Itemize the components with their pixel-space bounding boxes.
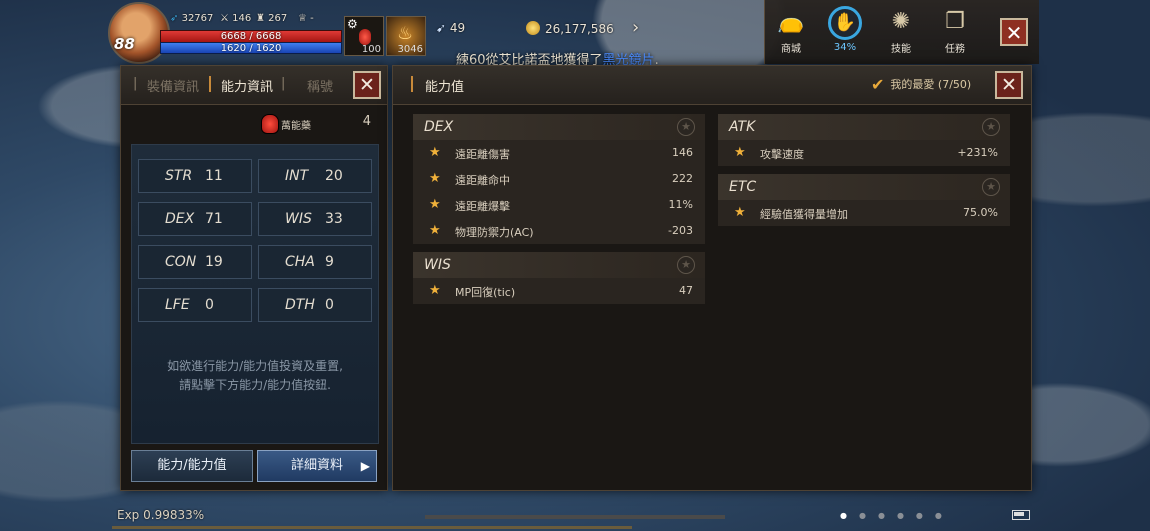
list-item: ★ 遠距離傷害 146 xyxy=(429,145,693,161)
stat-str: STR 11 xyxy=(138,159,252,193)
stat-dth: DTH 0 xyxy=(258,288,372,322)
favorites-filter[interactable]: ✔ 我的最愛 (7/50) xyxy=(871,75,971,94)
stat-reset-hint: 如欲進行能力/能力值投資及重置, 請點擊下方能力/能力值按鈕. xyxy=(167,359,343,392)
group-dex: DEX ★ ★ 遠距離傷害 146 ★ 遠距離命中 222 ★ 遠距離爆擊 11% ★ 物理防… xyxy=(413,114,705,244)
star-icon[interactable]: ★ xyxy=(429,223,441,238)
favorite-star-icon[interactable]: ★ xyxy=(982,178,1000,196)
page-indicator: ●●●●●● xyxy=(840,511,954,520)
mp-text: 1620 / 1620 xyxy=(220,43,282,54)
tab-equipment[interactable]: 裝備資訊 xyxy=(147,76,199,95)
ability-values-window: 能力值 ✔ 我的最愛 (7/50) ✕ DEX ★ ★ 遠距離傷害 146 ★ 遠距離命… xyxy=(392,65,1032,491)
tower-icon: ♜ xyxy=(256,13,265,24)
shop-bag-icon: 👝 xyxy=(777,9,805,34)
top-hud: 88 ➶ 32767 ⚔ 146 ♜ 267 ♕ - 6668 / 6668 1… xyxy=(0,0,1150,68)
stat-dex: DEX 71 xyxy=(138,202,252,236)
sword-stat: ⚔ 146 xyxy=(220,13,252,24)
elixir-icon xyxy=(261,114,279,134)
wings-stat: ➶ 32767 xyxy=(170,13,214,24)
checkmark-icon: ✔ xyxy=(871,75,885,94)
hp-text: 6668 / 6668 xyxy=(220,31,282,42)
stat-lfe: LFE 0 xyxy=(138,288,252,322)
menu-quest-button[interactable]: ❐ 任務 xyxy=(932,4,978,56)
character-info-tabs: | 裝備資訊 能力資訊 | 稱號 ✕ xyxy=(121,66,387,105)
scroll-icon: ❐ xyxy=(945,9,965,34)
gold-counter: 26,177,586 xyxy=(526,21,614,36)
star-icon[interactable]: ★ xyxy=(429,197,441,212)
close-character-info-button[interactable]: ✕ xyxy=(353,71,381,99)
favorite-star-icon[interactable]: ★ xyxy=(982,118,1000,136)
gear-icon[interactable]: ⚙ xyxy=(347,17,358,31)
character-info-window: | 裝備資訊 能力資訊 | 稱號 ✕ 萬能藥 4 STR 11 INT 20 D… xyxy=(120,65,388,491)
exp-bar xyxy=(112,526,632,529)
close-icon: ✕ xyxy=(1005,21,1023,45)
group-wis: WIS ★ ★ MP回復(tic) 47 xyxy=(413,252,705,304)
star-icon[interactable]: ★ xyxy=(734,145,746,160)
list-item: ★ 攻擊速度 +231% xyxy=(734,145,998,161)
coin-icon xyxy=(526,21,540,35)
star-icon[interactable]: ★ xyxy=(429,145,441,160)
mp-bar: 1620 / 1620 xyxy=(160,42,342,54)
stat-con: CON 19 xyxy=(138,245,252,279)
list-item: ★ 遠距離命中 222 xyxy=(429,171,693,187)
close-icon: ✕ xyxy=(359,74,375,96)
group-atk: ATK ★ ★ 攻擊速度 +231% xyxy=(718,114,1010,166)
quick-slot-item[interactable]: ♨ 3046 xyxy=(386,16,426,56)
tab-ability[interactable]: 能力資訊 xyxy=(221,76,273,95)
ability-stat-button[interactable]: 能力/能力值 xyxy=(131,450,253,482)
quest-progress-icon: ✋ xyxy=(828,6,862,40)
list-item: ★ 經驗值獲得量增加 75.0% xyxy=(734,205,998,221)
exp-readout: Exp 0.99833% xyxy=(117,508,205,522)
flame-icon: ♨ xyxy=(397,23,414,44)
favorite-star-icon[interactable]: ★ xyxy=(677,118,695,136)
chevron-right-icon[interactable]: › xyxy=(632,17,639,38)
elixir-count: 4 xyxy=(362,114,371,129)
group-etc: ETC ★ ★ 經驗值獲得量增加 75.0% xyxy=(718,174,1010,226)
tower-stat: ♜ 267 xyxy=(256,13,288,24)
menu-quest-progress-button[interactable]: ✋ 34% xyxy=(822,4,868,56)
star-icon[interactable]: ★ xyxy=(734,205,746,220)
elixir-row: 萬能藥 4 xyxy=(131,112,377,140)
close-icon: ✕ xyxy=(1001,74,1017,96)
detail-info-button[interactable]: 詳細資料 ▶ xyxy=(257,450,377,482)
play-arrow-icon: ▶ xyxy=(360,459,370,473)
close-ability-values-button[interactable]: ✕ xyxy=(995,71,1023,99)
list-item: ★ 遠距離爆擊 11% xyxy=(429,197,693,213)
close-all-button[interactable]: ✕ xyxy=(1000,18,1028,46)
ability-values-header: 能力值 ✔ 我的最愛 (7/50) ✕ xyxy=(393,66,1031,105)
potion-icon xyxy=(359,29,371,45)
stat-cha: CHA 9 xyxy=(258,245,372,279)
quick-slot-potion[interactable]: ⚙ 100 xyxy=(344,16,384,56)
sword-icon: ⚔ xyxy=(220,13,229,24)
base-stats-grid: STR 11 INT 20 DEX 71 WIS 33 CON 19 CHA 9… xyxy=(131,144,379,444)
menu-skill-button[interactable]: ✺ 技能 xyxy=(878,4,924,56)
trophy-stat: ♕ - xyxy=(298,13,314,24)
page-scrollbar[interactable] xyxy=(425,515,725,519)
trophy-icon: ♕ xyxy=(298,13,307,24)
wings-icon: ➶ xyxy=(170,13,179,24)
favorite-star-icon[interactable]: ★ xyxy=(677,256,695,274)
star-icon[interactable]: ★ xyxy=(429,171,441,186)
active-tab-marker xyxy=(209,76,211,92)
menu-shop-button[interactable]: 👝 商城 xyxy=(768,4,814,56)
feather-counter: ➹ 49 xyxy=(436,21,466,35)
elixir-label: 萬能藥 xyxy=(281,121,311,132)
skill-icon: ✺ xyxy=(891,9,911,34)
battery-icon xyxy=(1012,510,1030,520)
list-item: ★ MP回復(tic) 47 xyxy=(429,283,693,299)
star-icon[interactable]: ★ xyxy=(429,283,441,298)
feather-icon: ➹ xyxy=(436,21,447,35)
stat-wis: WIS 33 xyxy=(258,202,372,236)
ability-values-title: 能力值 xyxy=(425,80,465,95)
list-item: ★ 物理防禦力(AC) -203 xyxy=(429,223,693,239)
tab-title[interactable]: 稱號 xyxy=(307,76,333,95)
stat-int: INT 20 xyxy=(258,159,372,193)
character-level: 88 xyxy=(114,35,135,53)
